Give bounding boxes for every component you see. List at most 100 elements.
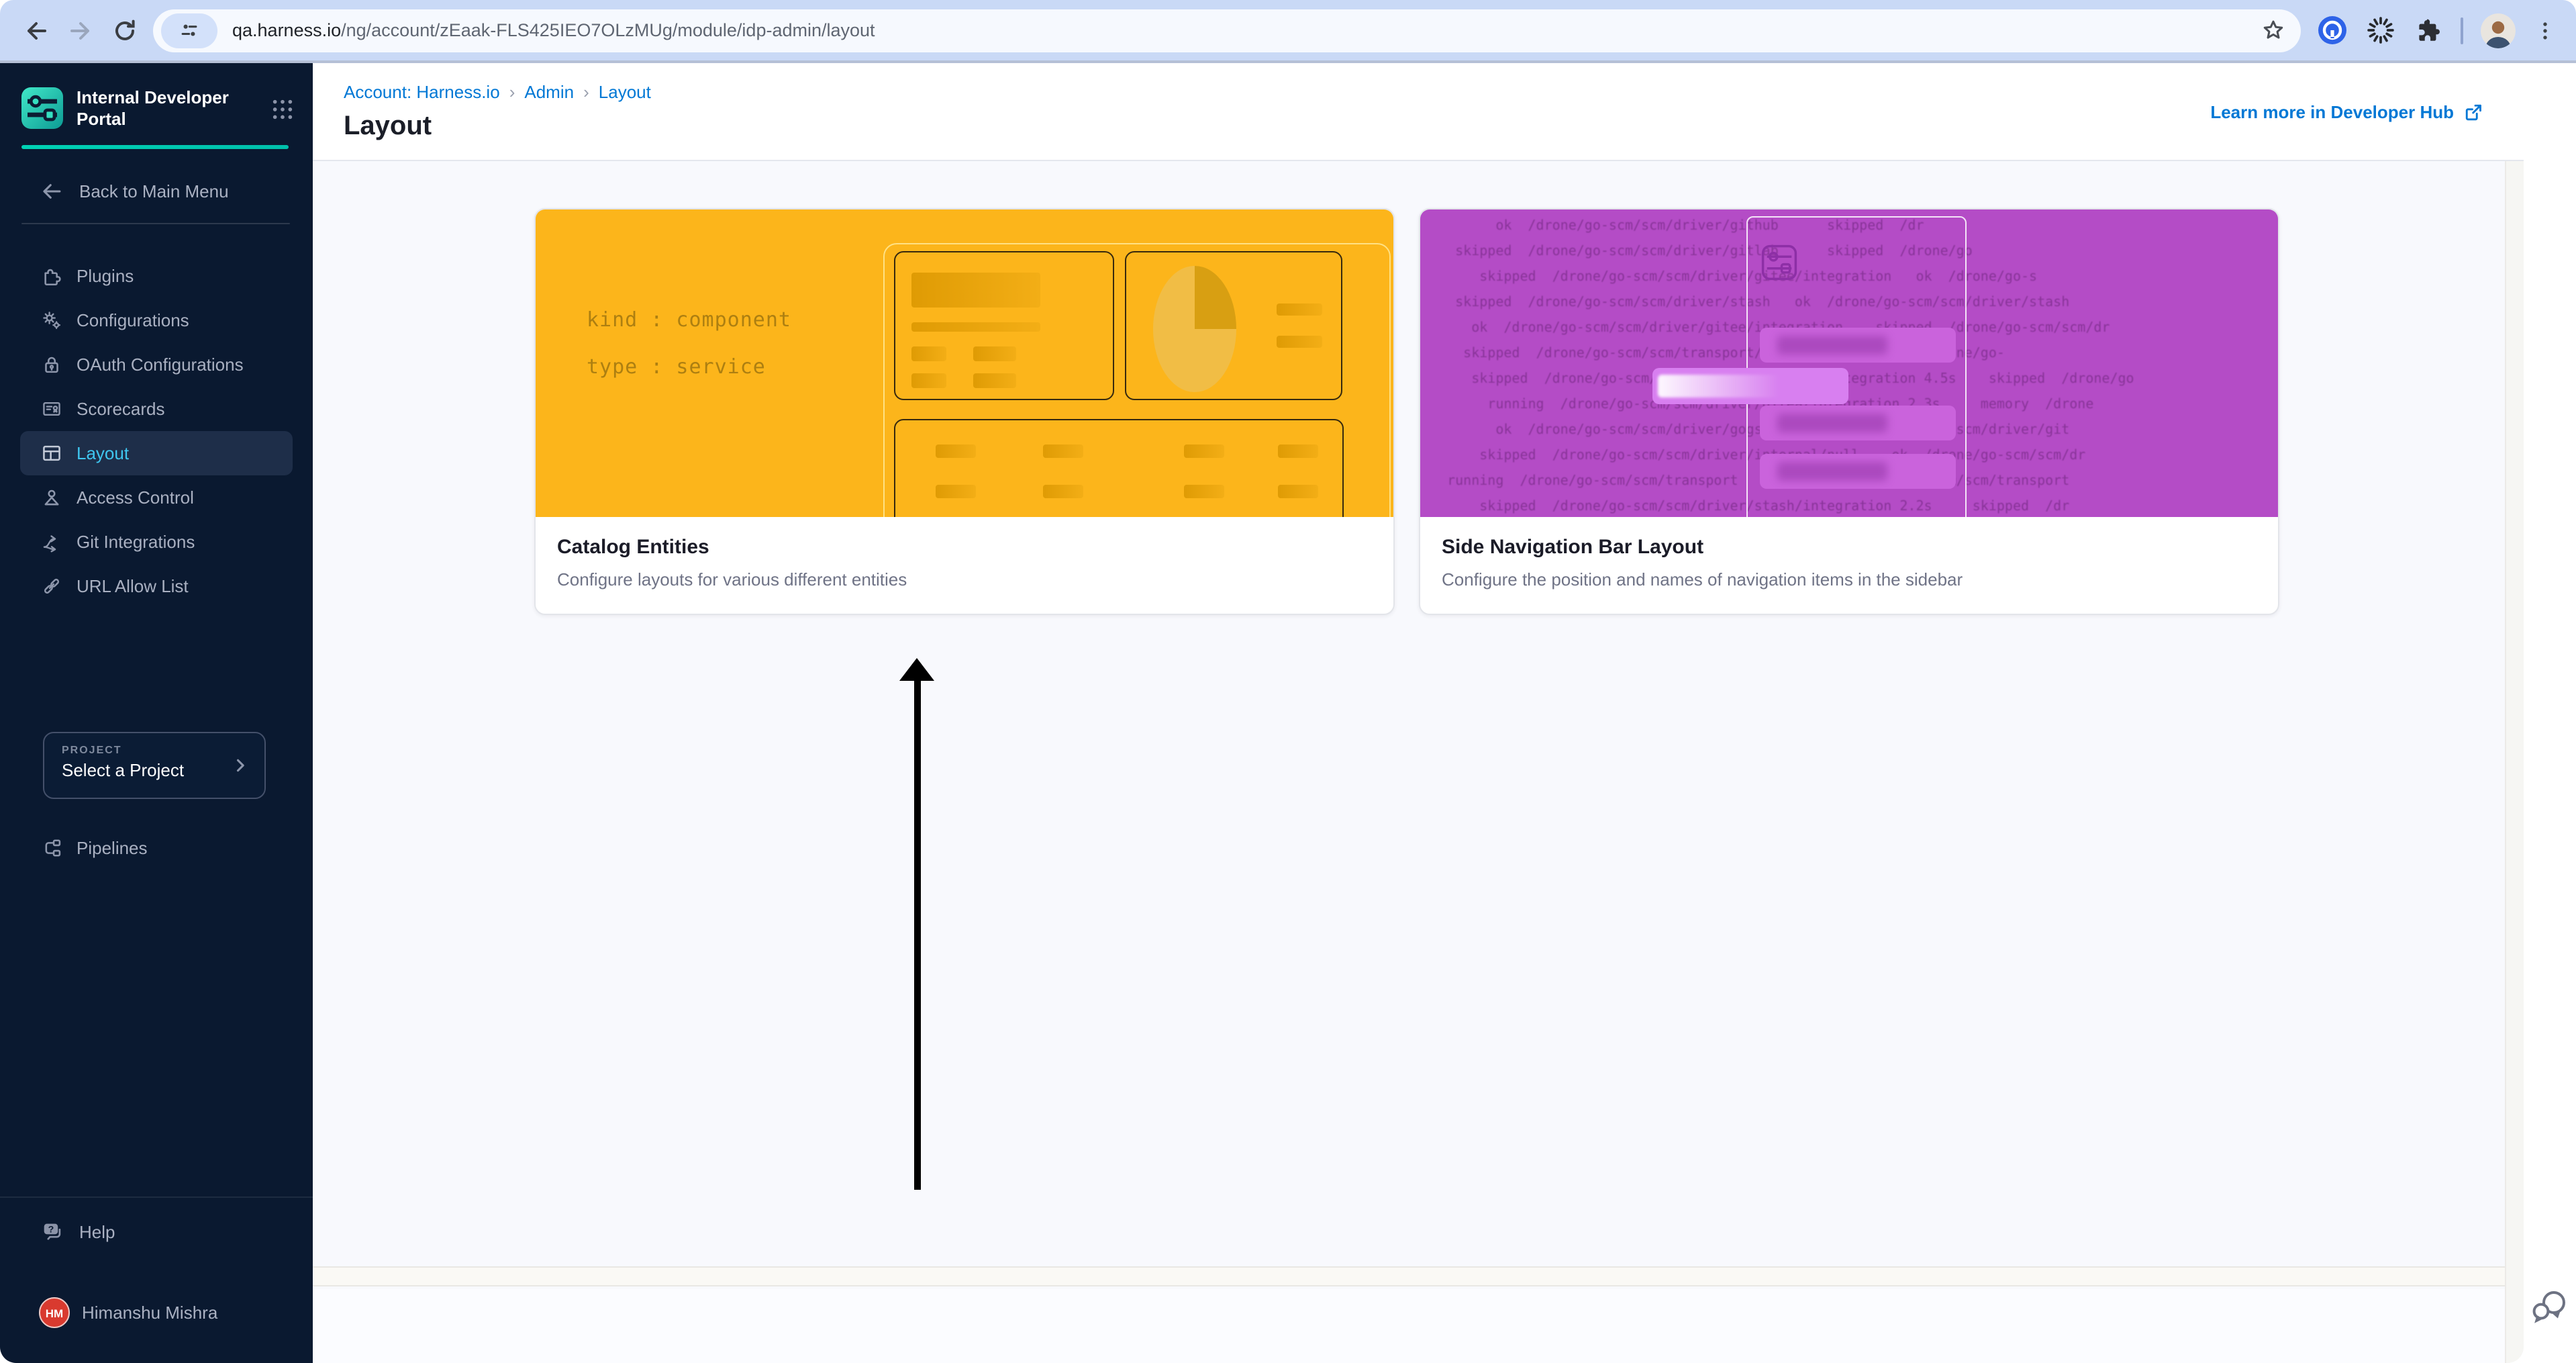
support-chat-button[interactable]	[2529, 1286, 2569, 1327]
learn-more-link[interactable]: Learn more in Developer Hub	[2210, 102, 2483, 122]
sidebar-item-plugins[interactable]: Plugins	[20, 254, 293, 298]
catalog-entities-card[interactable]: kind : component type : service Catalog …	[534, 208, 1395, 615]
gear-icon	[43, 312, 61, 330]
sidebar-item-access-control[interactable]: Access Control	[20, 475, 293, 520]
sidebar-item-url-allow-list[interactable]: URL Allow List	[20, 564, 293, 608]
screen: qa.harness.io/ng/account/zEaak-FLS425IEO…	[0, 0, 2576, 1363]
user-name: Himanshu Mishra	[82, 1303, 218, 1323]
sidebar-item-configurations[interactable]: Configurations	[20, 298, 293, 342]
idp-logo-icon	[21, 87, 63, 129]
side-nav-layout-card[interactable]: ok /drone/go-scm/scm/driver/github skipp…	[1419, 208, 2279, 615]
help-button[interactable]: ? Help	[40, 1219, 115, 1245]
card-title: Side Navigation Bar Layout	[1442, 536, 1704, 559]
onepassword-icon	[2318, 16, 2346, 44]
sidebar-item-label: Configurations	[77, 310, 189, 330]
browser-back-button[interactable]	[16, 10, 56, 50]
card-title: Catalog Entities	[557, 536, 709, 559]
chat-bubbles-icon	[2532, 1291, 2565, 1323]
project-selector[interactable]: PROJECT Select a Project	[43, 732, 266, 799]
mock-idp-logo-icon	[1761, 244, 1797, 281]
app-window: Internal Developer Portal Back to Main M…	[0, 63, 2524, 1363]
url-path: /ng/account/zEaak-FLS425IEO7OLzMUg/modul…	[341, 20, 875, 40]
sidebar-item-layout[interactable]: Layout	[20, 431, 293, 475]
bookmark-button[interactable]	[2255, 13, 2290, 48]
below-footer-area	[313, 1289, 2524, 1363]
browser-menu-button[interactable]	[2533, 18, 2557, 42]
project-label: PROJECT	[62, 744, 122, 756]
sidebar-item-pipelines[interactable]: Pipelines	[20, 826, 293, 870]
git-branch-icon	[43, 535, 56, 553]
browser-reload-button[interactable]	[105, 10, 145, 50]
sidebar-nav: Plugins Configurations OAuth Configurati…	[0, 254, 313, 608]
sidebar-item-label: OAuth Configurations	[77, 355, 244, 375]
sidebar-item-oauth-configurations[interactable]: OAuth Configurations	[20, 342, 293, 387]
mock-nav-item	[1760, 454, 1956, 489]
mock-pie-chart	[1153, 266, 1236, 392]
user-avatar: HM	[39, 1297, 70, 1328]
sidebar-item-label: Scorecards	[77, 399, 165, 419]
sidebar-accent-line	[21, 145, 289, 148]
reload-icon	[115, 19, 135, 40]
breadcrumb-layout-link[interactable]: Layout	[599, 82, 651, 102]
help-label: Help	[79, 1222, 115, 1242]
scrollbar-gutter[interactable]	[2505, 161, 2524, 1363]
sidebar-bottom-divider	[0, 1196, 313, 1198]
kebab-menu-icon	[2543, 21, 2547, 39]
main-area: Account: Harness.io › Admin › Layout Lay…	[313, 63, 2524, 1363]
up-arrow-annotation-shaft	[914, 679, 921, 1190]
user-initials: HM	[45, 1306, 64, 1319]
back-label: Back to Main Menu	[79, 181, 229, 201]
user-profile[interactable]: HM Himanshu Mishra	[39, 1297, 217, 1328]
chevron-right-icon	[236, 759, 244, 772]
tune-icon	[181, 23, 197, 36]
plugin-icon	[44, 269, 61, 286]
layout-cards: kind : component type : service Catalog …	[534, 208, 2279, 615]
layout-icon	[43, 445, 60, 461]
person-icon	[44, 489, 59, 506]
sidebar-item-scorecards[interactable]: Scorecards	[20, 387, 293, 431]
site-settings-button[interactable]	[161, 13, 217, 48]
mock-nav-item	[1760, 328, 1956, 363]
spinner-extension-button[interactable]	[2365, 15, 2396, 46]
mock-nav-item	[1760, 406, 1956, 440]
browser-profile-avatar[interactable]	[2481, 13, 2516, 48]
lock-icon	[45, 357, 58, 373]
arrow-left-icon	[43, 184, 61, 199]
project-value: Select a Project	[62, 760, 185, 780]
sidebar: Internal Developer Portal Back to Main M…	[0, 63, 313, 1363]
back-to-main-menu[interactable]: Back to Main Menu	[40, 180, 229, 203]
breadcrumb: Account: Harness.io › Admin › Layout	[344, 82, 651, 102]
side-nav-illustration: ok /drone/go-scm/scm/driver/github skipp…	[1420, 209, 2278, 517]
content-area: kind : component type : service Catalog …	[313, 161, 2524, 1363]
browser-toolbar: qa.harness.io/ng/account/zEaak-FLS425IEO…	[0, 0, 2576, 63]
forward-icon	[70, 21, 89, 39]
toolbar-divider	[2461, 17, 2463, 44]
browser-forward-button[interactable]	[60, 10, 101, 50]
code-line: kind : component	[587, 308, 791, 332]
mock-widget-about	[894, 251, 1114, 400]
sidebar-item-git-integrations[interactable]: Git Integrations	[20, 520, 293, 564]
sidebar-item-label: URL Allow List	[77, 576, 189, 596]
pipelines-icon	[45, 839, 61, 857]
address-bar[interactable]: qa.harness.io/ng/account/zEaak-FLS425IEO…	[153, 9, 2301, 52]
page-title: Layout	[344, 111, 432, 141]
right-rail	[2524, 63, 2576, 1363]
mock-nav-item-highlighted	[1652, 368, 1848, 404]
breadcrumb-admin-link[interactable]: Admin	[524, 82, 574, 102]
sidebar-item-label: Git Integrations	[77, 532, 195, 552]
breadcrumb-account-link[interactable]: Account: Harness.io	[344, 82, 500, 102]
app-grid-icon[interactable]	[271, 98, 294, 121]
catalog-entities-illustration: kind : component type : service	[536, 209, 1393, 517]
product-title: Internal Developer Portal	[77, 87, 229, 129]
puzzle-icon	[2419, 18, 2440, 40]
onepassword-extension-button[interactable]	[2317, 15, 2348, 46]
help-chat-icon: ?	[44, 1223, 61, 1240]
profile-photo-icon	[2481, 13, 2516, 48]
extensions-menu-button[interactable]	[2414, 15, 2443, 45]
help-glyph: ?	[48, 1224, 54, 1235]
external-link-icon	[2465, 104, 2481, 121]
footer-strip	[313, 1266, 2524, 1286]
sidebar-item-label: Layout	[77, 443, 130, 463]
url-text: qa.harness.io/ng/account/zEaak-FLS425IEO…	[232, 20, 2255, 40]
card-description: Configure the position and names of navi…	[1442, 569, 1963, 590]
